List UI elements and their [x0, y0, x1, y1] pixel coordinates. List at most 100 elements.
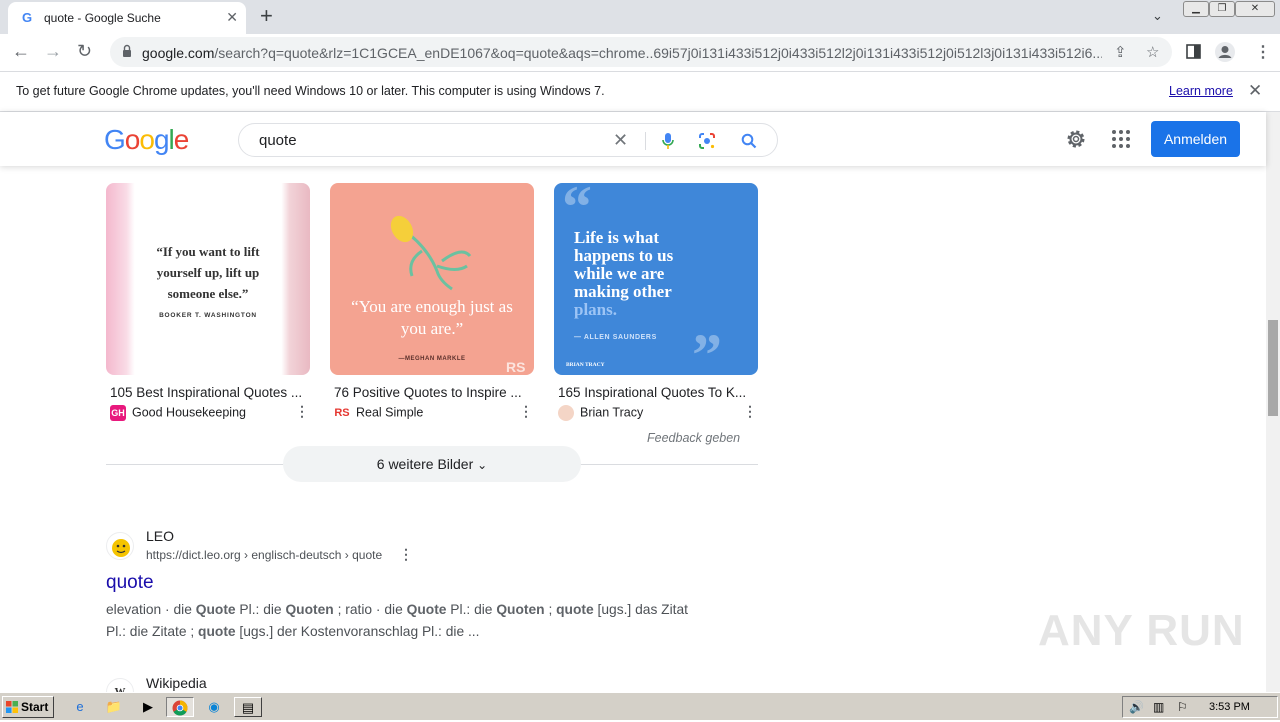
chevron-down-icon: ⌄: [477, 458, 488, 472]
image-result-3[interactable]: “ Life is what happens to us while we ar…: [554, 183, 758, 375]
windows-taskbar: Start e 📁 ▶ ◉ ▤ 🔊 ▥ ⚐ 3:53 PM: [0, 692, 1280, 720]
url-text: google.com/search?q=quote&rlz=1C1GCEA_en…: [142, 45, 1102, 61]
leo-favicon-icon: [106, 532, 134, 560]
browser-toolbar: ← → ↻ google.com/search?q=quote&rlz=1C1G…: [0, 34, 1280, 72]
tab-title: quote - Google Suche: [44, 11, 161, 25]
image-source[interactable]: GH Good Housekeeping: [110, 405, 246, 421]
system-tray: 🔊 ▥ ⚐ 3:53 PM: [1122, 696, 1278, 718]
wikipedia-favicon-icon: W: [106, 678, 134, 692]
new-tab-icon[interactable]: +: [260, 5, 273, 27]
share-icon[interactable]: ⇪: [1114, 43, 1127, 61]
settings-gear-icon[interactable]: [1064, 127, 1088, 151]
image-quote-text: “If you want to lift yourself up, lift u…: [156, 244, 260, 301]
anyrun-watermark: ANY RUN: [1038, 606, 1245, 655]
result-title-link[interactable]: quote: [106, 572, 154, 594]
minimize-button[interactable]: ▁: [1183, 1, 1209, 17]
result-more-options-icon[interactable]: ⋮: [399, 546, 413, 563]
close-window-button[interactable]: ✕: [1235, 1, 1275, 17]
image-source-name: Brian Tracy: [580, 405, 644, 420]
good-housekeeping-icon: GH: [110, 405, 126, 421]
start-button[interactable]: Start: [2, 696, 54, 718]
signin-button[interactable]: Anmelden: [1151, 121, 1240, 157]
url-host: google.com: [142, 45, 215, 61]
lock-icon: [123, 44, 131, 57]
image-quote-author: — ALLEN SAUNDERS: [574, 334, 657, 341]
learn-more-link[interactable]: Learn more: [1169, 84, 1233, 98]
clear-search-icon[interactable]: ✕: [613, 130, 628, 151]
tab-close-icon[interactable]: ✕: [226, 9, 238, 26]
notepad-icon[interactable]: ▤: [234, 697, 262, 717]
real-simple-watermark: RS: [506, 359, 526, 375]
google-lens-icon[interactable]: [698, 132, 716, 150]
windows-flag-icon: [6, 701, 18, 713]
volume-icon[interactable]: 🔊: [1129, 700, 1144, 714]
close-quote-icon: ”: [692, 322, 722, 375]
image-source-name: Good Housekeeping: [132, 405, 246, 420]
more-menu-icon[interactable]: ⋮: [1255, 42, 1271, 62]
brian-tracy-avatar-icon: [558, 405, 574, 421]
more-images-button[interactable]: 6 weitere Bilder ⌄: [283, 446, 581, 482]
media-player-icon[interactable]: ▶: [136, 697, 160, 717]
google-header: Google ✕ Anmelden: [0, 112, 1266, 166]
more-options-icon[interactable]: ⋮: [519, 403, 533, 420]
address-bar[interactable]: google.com/search?q=quote&rlz=1C1GCEA_en…: [110, 37, 1172, 67]
image-quote-main: Life is what happens to us while we are …: [574, 228, 674, 301]
result-url: https://dict.leo.org › englisch-deutsch …: [146, 548, 383, 562]
bookmark-star-icon[interactable]: ☆: [1146, 43, 1159, 61]
browser-tab[interactable]: G quote - Google Suche ✕: [8, 2, 246, 34]
edge-icon[interactable]: ◉: [202, 697, 226, 717]
image-result-2[interactable]: “You are enough just as you are.” —MEGHA…: [330, 183, 534, 375]
google-apps-icon[interactable]: [1112, 130, 1130, 148]
image-source-name: Real Simple: [356, 405, 424, 420]
more-images-label: 6 weitere Bilder: [376, 456, 474, 472]
infobar-message: To get future Google Chrome updates, you…: [16, 84, 605, 98]
result-site-name: LEO: [146, 528, 175, 544]
search-input[interactable]: [259, 132, 599, 149]
maximize-button[interactable]: ❐: [1209, 1, 1235, 17]
image-result-1[interactable]: “If you want to lift yourself up, lift u…: [106, 183, 310, 375]
image-quote-text: “You are enough just as you are.”: [351, 297, 513, 338]
url-path: /search?q=quote&rlz=1C1GCEA_enDE1067&oq=…: [214, 45, 1102, 61]
google-logo[interactable]: Google: [104, 124, 189, 156]
flower-illustration-icon: [390, 215, 472, 291]
forward-arrow-icon[interactable]: →: [44, 41, 62, 61]
brian-tracy-brand: BRIAN TRACY: [566, 362, 605, 368]
real-simple-icon: RS: [334, 407, 350, 419]
search-icon[interactable]: [741, 133, 757, 149]
search-box: ✕: [238, 123, 778, 157]
taskbar-clock[interactable]: 3:53 PM: [1209, 701, 1250, 713]
internet-explorer-icon[interactable]: e: [68, 697, 92, 717]
result-site-name: Wikipedia: [146, 675, 207, 691]
result-snippet: elevation · die Quote Pl.: die Quoten ; …: [106, 602, 689, 639]
search-results: “If you want to lift yourself up, lift u…: [0, 166, 1266, 692]
action-center-flag-icon[interactable]: ⚐: [1177, 700, 1188, 714]
more-options-icon[interactable]: ⋮: [295, 403, 309, 420]
image-source[interactable]: Brian Tracy: [558, 405, 643, 421]
page-scrollbar-thumb[interactable]: [1268, 320, 1278, 416]
microphone-icon[interactable]: [661, 132, 675, 150]
back-arrow-icon[interactable]: ←: [12, 41, 30, 61]
update-infobar: To get future Google Chrome updates, you…: [0, 72, 1280, 112]
search-divider: [645, 132, 646, 150]
image-quote-text: Life is what happens to us while we are …: [574, 229, 704, 319]
image-result-title[interactable]: 76 Positive Quotes to Inspire ...: [334, 385, 522, 400]
side-panel-icon[interactable]: [1186, 44, 1201, 59]
chrome-taskbar-icon[interactable]: [166, 697, 194, 717]
image-result-title[interactable]: 105 Best Inspirational Quotes ...: [110, 385, 302, 400]
reload-icon[interactable]: ↻: [77, 41, 92, 61]
image-quote-author: BOOKER T. WASHINGTON: [159, 312, 257, 319]
image-result-title[interactable]: 165 Inspirational Quotes To K...: [558, 385, 746, 400]
infobar-close-icon[interactable]: ✕: [1248, 81, 1262, 101]
image-quote-author: —MEGHAN MARKLE: [398, 356, 466, 362]
feedback-link[interactable]: Feedback geben: [647, 431, 740, 445]
more-options-icon[interactable]: ⋮: [743, 403, 757, 420]
start-label: Start: [21, 700, 49, 714]
tab-strip: G quote - Google Suche ✕ + ⌄ ▁ ❐ ✕: [0, 0, 1280, 34]
google-favicon-icon: G: [22, 10, 33, 25]
image-quote-end: plans.: [574, 300, 617, 319]
profile-avatar-icon[interactable]: [1214, 41, 1236, 63]
network-icon[interactable]: ▥: [1153, 700, 1164, 714]
tab-search-chevron-icon[interactable]: ⌄: [1152, 8, 1163, 24]
file-explorer-icon[interactable]: 📁: [102, 697, 126, 717]
image-source[interactable]: RS Real Simple: [334, 405, 423, 421]
